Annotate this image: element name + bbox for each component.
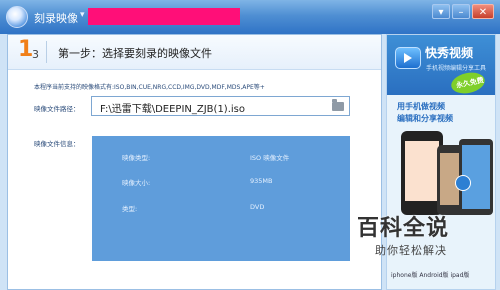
main-panel: 1 3 第一步：选择要刻录的映像文件 本程序当前支持的映像格式有:ISO,BIN… bbox=[7, 34, 382, 290]
image-info-label: 映像文件信息： bbox=[34, 140, 80, 148]
image-info-panel: 映像类型: ISO 映像文件 映像大小: 935MB 类型: DVD bbox=[92, 136, 350, 261]
image-path-label: 映像文件路径： bbox=[34, 105, 80, 113]
info-value-category: DVD bbox=[250, 203, 265, 211]
watermark-title: 百科全说 bbox=[357, 216, 450, 241]
redacted-bar bbox=[88, 8, 240, 25]
step-header: 1 3 第一步：选择要刻录的映像文件 bbox=[8, 35, 381, 70]
play-icon bbox=[455, 175, 471, 191]
image-path-input[interactable]: F:\迅雷下载\DEEPIN_ZJB(1).iso bbox=[91, 96, 350, 116]
watermark-subtitle: 助你轻松解决 bbox=[375, 244, 447, 257]
step-divider bbox=[46, 41, 47, 63]
info-key-type: 映像类型: bbox=[122, 154, 151, 162]
app-disc-icon bbox=[6, 6, 28, 28]
folder-icon[interactable] bbox=[332, 99, 344, 111]
minimize-button[interactable]: – bbox=[452, 4, 470, 19]
close-button[interactable]: ✕ bbox=[472, 4, 494, 19]
info-key-size: 映像大小: bbox=[122, 179, 151, 187]
ad-platforms: iphone版 Android版 ipad版 bbox=[391, 272, 470, 279]
ad-tagline: 用手机做视频 编辑和分享视频 bbox=[397, 101, 453, 125]
title-dropdown-icon[interactable]: ▾ bbox=[80, 10, 85, 20]
info-value-type: ISO 映像文件 bbox=[250, 154, 290, 162]
ad-line-1: 用手机做视频 bbox=[397, 102, 445, 111]
image-path-value: F:\迅雷下载\DEEPIN_ZJB(1).iso bbox=[100, 104, 245, 115]
ad-subtitle: 手机视频编辑分享工具 bbox=[426, 65, 487, 72]
ad-title: 快秀视频 bbox=[425, 46, 474, 60]
info-key-category: 类型: bbox=[122, 205, 138, 213]
supported-formats-text: 本程序当前支持的映像格式有:ISO,BIN,CUE,NRG,CCD,IMG,DV… bbox=[34, 84, 265, 91]
ad-header: 快秀视频 手机视频编辑分享工具 永久免费 bbox=[387, 35, 495, 97]
step-title: 第一步：选择要刻录的映像文件 bbox=[58, 47, 212, 60]
menu-button[interactable]: ▾ bbox=[432, 4, 450, 19]
ad-line-2: 编辑和分享视频 bbox=[397, 114, 453, 123]
info-value-size: 935MB bbox=[250, 177, 273, 185]
title-bar: 刻录映像 ▾ ▾ – ✕ bbox=[0, 0, 500, 34]
window-controls: ▾ – ✕ bbox=[432, 4, 494, 19]
step-total-number: 3 bbox=[32, 48, 39, 61]
window-title: 刻录映像 bbox=[34, 12, 78, 25]
video-play-icon bbox=[395, 47, 421, 69]
